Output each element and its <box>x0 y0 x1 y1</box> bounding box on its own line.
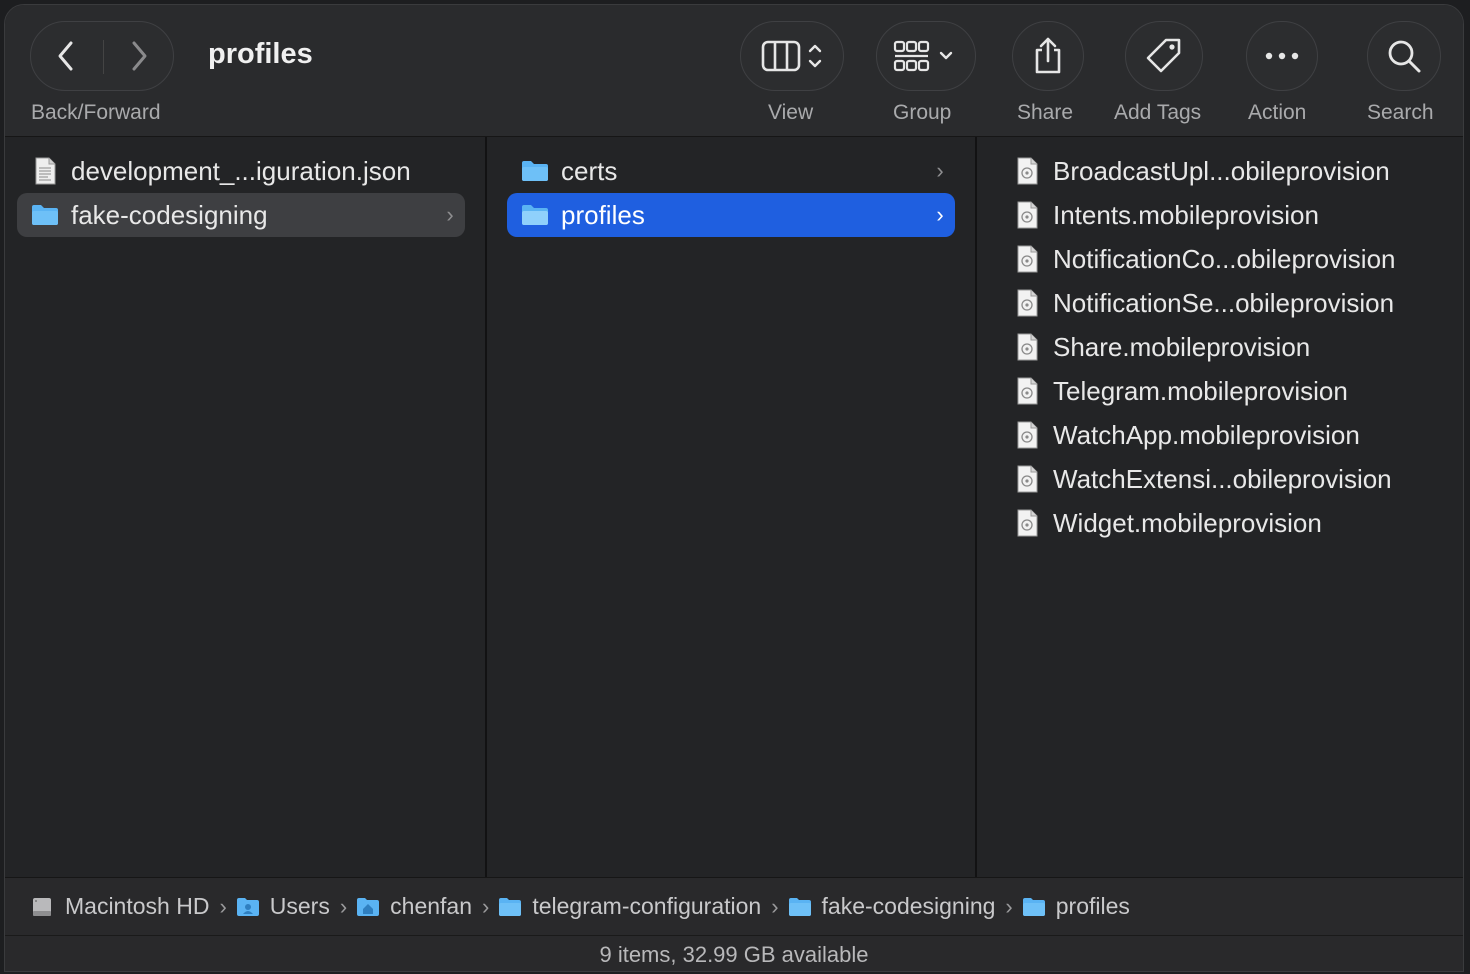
path-separator-icon: › <box>771 893 779 919</box>
path-item[interactable]: Users <box>236 893 330 920</box>
path-item[interactable]: fake-codesigning <box>788 893 996 920</box>
disk-icon <box>31 896 55 918</box>
back-forward-control <box>30 21 174 91</box>
path-item-label: Users <box>269 893 330 919</box>
action-label: Action <box>1248 101 1307 124</box>
users-folder-icon <box>236 896 260 918</box>
add-tags-button[interactable] <box>1125 21 1203 91</box>
window-title: profiles <box>208 38 313 70</box>
back-button[interactable] <box>31 22 101 90</box>
group-button[interactable] <box>876 21 976 91</box>
file-row[interactable]: NotificationCo...obileprovision <box>999 237 1447 281</box>
column-2: certs › profiles › <box>487 137 975 877</box>
file-name: WatchExtensi...obileprovision <box>1053 463 1392 494</box>
column-browser: development_...iguration.json fake-codes… <box>5 137 1463 877</box>
path-item-label: Macintosh HD <box>65 893 210 919</box>
file-name: NotificationCo...obileprovision <box>1053 243 1396 274</box>
path-separator-icon: › <box>1005 893 1013 919</box>
folder-row-fake-codesigning[interactable]: fake-codesigning › <box>17 193 465 237</box>
path-item-label: fake-codesigning <box>821 893 996 919</box>
share-label: Share <box>1017 101 1074 124</box>
file-name: development_...iguration.json <box>71 155 411 186</box>
provisioning-profile-icon <box>1013 245 1041 273</box>
file-row[interactable]: Intents.mobileprovision <box>999 193 1447 237</box>
folder-icon <box>31 201 59 229</box>
chevron-right-icon: › <box>936 202 944 227</box>
chevron-right-icon <box>132 41 147 71</box>
provisioning-profile-icon <box>1013 421 1041 449</box>
folder-row-certs[interactable]: certs › <box>507 149 955 193</box>
tag-icon <box>1146 38 1181 73</box>
file-name: BroadcastUpl...obileprovision <box>1053 155 1390 186</box>
provisioning-profile-icon <box>1013 201 1041 229</box>
provisioning-profile-icon <box>1013 157 1041 185</box>
file-name: Intents.mobileprovision <box>1053 199 1319 230</box>
path-item-label: profiles <box>1055 893 1130 919</box>
folder-icon <box>788 896 812 918</box>
forward-button[interactable] <box>104 22 174 90</box>
path-separator-icon: › <box>219 893 227 919</box>
provisioning-profile-icon <box>1013 333 1041 361</box>
group-grid-icon <box>893 40 953 72</box>
column-1: development_...iguration.json fake-codes… <box>5 137 485 877</box>
status-bar: 9 items, 32.99 GB available <box>5 935 1463 971</box>
file-name: Widget.mobileprovision <box>1053 507 1322 538</box>
provisioning-profile-icon <box>1013 289 1041 317</box>
search-label: Search <box>1367 101 1434 124</box>
path-separator-icon: › <box>339 893 348 919</box>
toolbar: Back/Forward profiles View Group Share A… <box>5 5 1463 137</box>
path-item[interactable]: Macintosh HD <box>31 893 209 920</box>
file-row[interactable]: development_...iguration.json <box>17 149 465 193</box>
file-row[interactable]: Share.mobileprovision <box>999 325 1447 369</box>
path-item-label: chenfan <box>390 893 473 919</box>
path-item-label: telegram-configuration <box>532 893 762 919</box>
folder-name: fake-codesigning <box>71 199 268 230</box>
more-ellipsis-icon <box>1265 52 1299 60</box>
file-row[interactable]: Widget.mobileprovision <box>999 501 1447 545</box>
file-row[interactable]: WatchExtensi...obileprovision <box>999 457 1447 501</box>
file-row[interactable]: Telegram.mobileprovision <box>999 369 1447 413</box>
search-icon <box>1388 40 1421 73</box>
provisioning-profile-icon <box>1013 509 1041 537</box>
folder-icon <box>521 201 549 229</box>
status-text: 9 items, 32.99 GB available <box>599 942 869 967</box>
column-3: BroadcastUpl...obileprovision Intents.mob… <box>977 137 1463 877</box>
home-folder-icon <box>356 896 380 918</box>
folder-icon <box>1022 896 1046 918</box>
share-button[interactable] <box>1012 21 1084 91</box>
columns-view-icon <box>761 40 822 72</box>
path-item[interactable]: profiles <box>1022 893 1130 920</box>
folder-icon <box>521 157 549 185</box>
search-button[interactable] <box>1367 21 1441 91</box>
view-button[interactable] <box>740 21 844 91</box>
file-row[interactable]: NotificationSe...obileprovision <box>999 281 1447 325</box>
finder-window: Back/Forward profiles View Group Share A… <box>4 4 1464 972</box>
folder-name: certs <box>561 155 618 186</box>
json-file-icon <box>31 157 59 185</box>
chevron-right-icon: › <box>936 158 944 183</box>
folder-icon <box>498 896 522 918</box>
path-item[interactable]: chenfan <box>356 893 472 920</box>
group-label: Group <box>893 101 952 124</box>
back-forward-label: Back/Forward <box>31 101 161 124</box>
file-name: WatchApp.mobileprovision <box>1053 419 1360 450</box>
provisioning-profile-icon <box>1013 465 1041 493</box>
chevron-left-icon <box>58 41 73 71</box>
path-item[interactable]: telegram-configuration <box>498 893 761 920</box>
view-label: View <box>768 101 814 124</box>
file-row[interactable]: BroadcastUpl...obileprovision <box>999 149 1447 193</box>
share-icon <box>1035 37 1061 74</box>
file-name: Telegram.mobileprovision <box>1053 375 1348 406</box>
add-tags-label: Add Tags <box>1114 101 1202 124</box>
provisioning-profile-icon <box>1013 377 1041 405</box>
path-separator-icon: › <box>482 893 490 919</box>
chevron-right-icon: › <box>446 202 454 227</box>
folder-name: profiles <box>561 199 645 230</box>
file-name: Share.mobileprovision <box>1053 331 1311 362</box>
path-bar: Macintosh HD › Users › chenfan › telegram-conf… <box>5 877 1463 935</box>
file-row[interactable]: WatchApp.mobileprovision <box>999 413 1447 457</box>
action-button[interactable] <box>1246 21 1318 91</box>
file-name: NotificationSe...obileprovision <box>1053 287 1395 318</box>
folder-row-profiles[interactable]: profiles › <box>507 193 955 237</box>
